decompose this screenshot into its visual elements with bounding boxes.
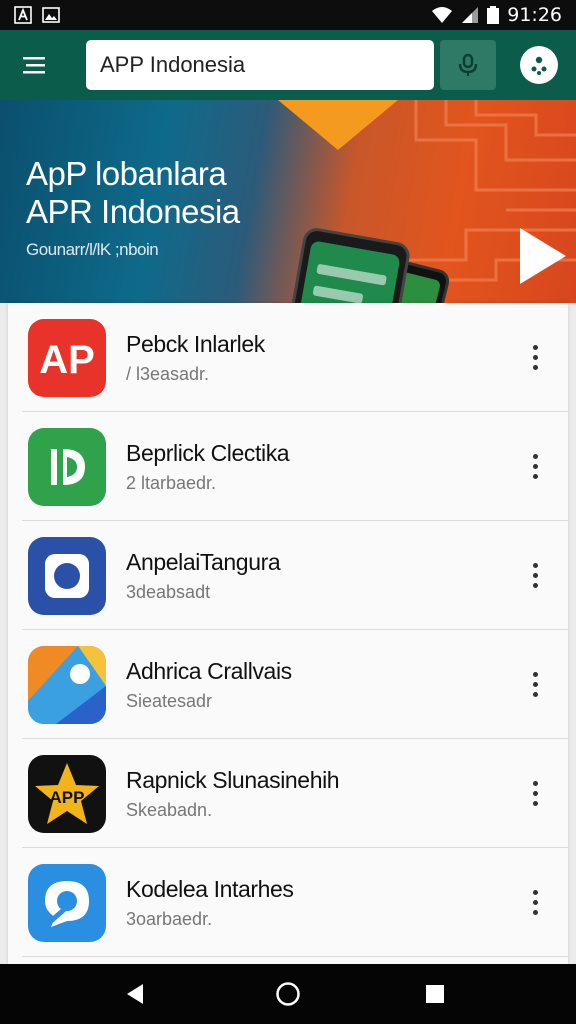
list-item[interactable]: Beprlick Clectika 2 ltarbaedr.: [8, 412, 568, 521]
list-item[interactable]: AP Pebck Inlarlek / l3easadr.: [8, 303, 568, 412]
app-bar: [0, 30, 576, 100]
divider: [22, 956, 568, 957]
account-icon: [531, 56, 547, 75]
item-text: Rapnick Slunasinehih Skeabadn.: [126, 766, 340, 821]
app-list: AP Pebck Inlarlek / l3easadr. Beprlick C…: [8, 303, 568, 964]
home-icon: [276, 982, 300, 1006]
signal-icon: [462, 7, 479, 23]
camera-blue-icon: [28, 536, 106, 615]
app-subtitle: 3oarbaedr.: [126, 908, 213, 929]
play-icon[interactable]: [520, 228, 566, 284]
status-right-icons: 91:26: [431, 4, 562, 26]
app-subtitle: Skeabadn.: [126, 799, 213, 820]
banner-title-line2: APR Indonesia: [26, 193, 240, 230]
mic-button[interactable]: [440, 40, 496, 90]
status-left-icons: [14, 6, 60, 24]
banner-subtitle: Gounarr/l/lK ;nboin: [26, 240, 159, 259]
list-item[interactable]: Kodelea Intarhes 3oarbaedr.: [8, 848, 568, 957]
back-icon: [127, 984, 143, 1004]
app-title: Kodelea Intarhes: [126, 875, 294, 902]
more-options-button[interactable]: [518, 442, 552, 492]
app-title: Pebck Inlarlek: [126, 330, 265, 357]
more-options-button[interactable]: [518, 769, 552, 819]
wifi-icon: [432, 7, 453, 23]
app-subtitle: / l3easadr.: [126, 363, 210, 384]
recents-button[interactable]: [410, 976, 460, 1012]
map-colorful-icon: [28, 645, 106, 724]
app-title: Adhrica Crallvais: [126, 657, 292, 684]
svg-text:APP: APP: [50, 788, 85, 807]
image-icon: [42, 7, 60, 23]
system-nav-bar: [0, 964, 576, 1024]
account-button[interactable]: [520, 46, 558, 84]
list-item[interactable]: Adhrica Crallvais Sieatesadr: [8, 630, 568, 739]
app-subtitle: 2 ltarbaedr.: [126, 472, 217, 493]
home-button[interactable]: [263, 976, 313, 1012]
more-options-button[interactable]: [518, 660, 552, 710]
mic-icon: [458, 53, 478, 76]
item-text: Beprlick Clectika 2 ltarbaedr.: [126, 439, 290, 494]
list-item[interactable]: AnpelaiTangura 3deabsadt: [8, 521, 568, 630]
hamburger-menu-icon: [23, 57, 45, 74]
item-text: Kodelea Intarhes 3oarbaedr.: [126, 876, 294, 930]
app-subtitle: Sieatesadr: [126, 690, 213, 711]
item-text: Adhrica Crallvais Sieatesadr: [126, 658, 292, 712]
recents-icon: [426, 985, 444, 1003]
search-input[interactable]: [100, 52, 420, 78]
more-options-button[interactable]: [518, 333, 552, 383]
app-title: Rapnick Slunasinehih: [126, 766, 340, 793]
chat-blue-icon: [28, 863, 106, 942]
item-text: Pebck Inlarlek / l3easadr.: [126, 331, 265, 385]
ap-red-icon: AP: [28, 318, 106, 397]
svg-text:AP: AP: [39, 338, 95, 382]
more-options-button[interactable]: [518, 551, 552, 601]
banner-title-line1: ApP lobanlara: [26, 155, 227, 192]
status-time: 91:26: [507, 4, 562, 26]
back-button[interactable]: [110, 976, 160, 1012]
search-box[interactable]: [86, 40, 434, 90]
app-title: Beprlick Clectika: [126, 439, 290, 466]
app-subtitle: 3deabsadt: [126, 581, 211, 602]
text-a-icon: [14, 6, 32, 24]
battery-icon: [487, 6, 500, 24]
more-options-button[interactable]: [518, 878, 552, 928]
list-item[interactable]: APP Rapnick Slunasinehih Skeabadn.: [8, 739, 568, 848]
green-d-icon: [28, 427, 106, 506]
status-bar: 91:26: [0, 0, 576, 30]
app-star-icon: APP: [28, 754, 106, 833]
promo-banner[interactable]: ApP lobanlara APR Indonesia Gounarr/l/lK…: [0, 100, 576, 303]
item-text: AnpelaiTangura 3deabsadt: [126, 548, 281, 603]
app-title: AnpelaiTangura: [126, 548, 281, 575]
menu-button[interactable]: [0, 30, 70, 100]
